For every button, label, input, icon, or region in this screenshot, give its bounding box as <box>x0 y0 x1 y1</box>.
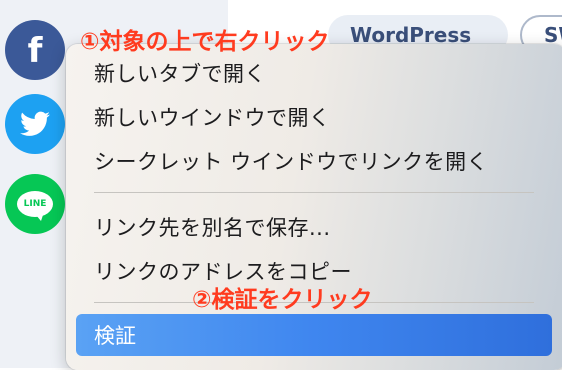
menu-separator <box>94 192 534 193</box>
twitter-icon <box>20 111 50 136</box>
menu-item-save-link-as[interactable]: リンク先を別名で保存... <box>94 208 550 246</box>
menu-item-inspect[interactable]: 検証 <box>76 314 552 356</box>
menu-item-open-incognito[interactable]: シークレット ウインドウでリンクを開く <box>94 142 550 180</box>
line-icon: LINE <box>17 191 53 221</box>
facebook-share-button[interactable]: f <box>5 20 65 80</box>
annotation-step2: ②検証をクリック <box>192 287 373 313</box>
menu-item-open-new-tab[interactable]: 新しいタブで開く <box>94 54 550 92</box>
twitter-share-button[interactable] <box>5 94 65 154</box>
context-menu: 新しいタブで開く 新しいウインドウで開く シークレット ウインドウでリンクを開く… <box>66 44 562 370</box>
menu-item-open-new-window[interactable]: 新しいウインドウで開く <box>94 98 550 136</box>
annotation-step1: ①対象の上で右クリック <box>80 29 330 55</box>
line-share-button[interactable]: LINE <box>5 174 65 234</box>
facebook-icon: f <box>27 31 43 71</box>
line-icon-label: LINE <box>23 199 47 209</box>
